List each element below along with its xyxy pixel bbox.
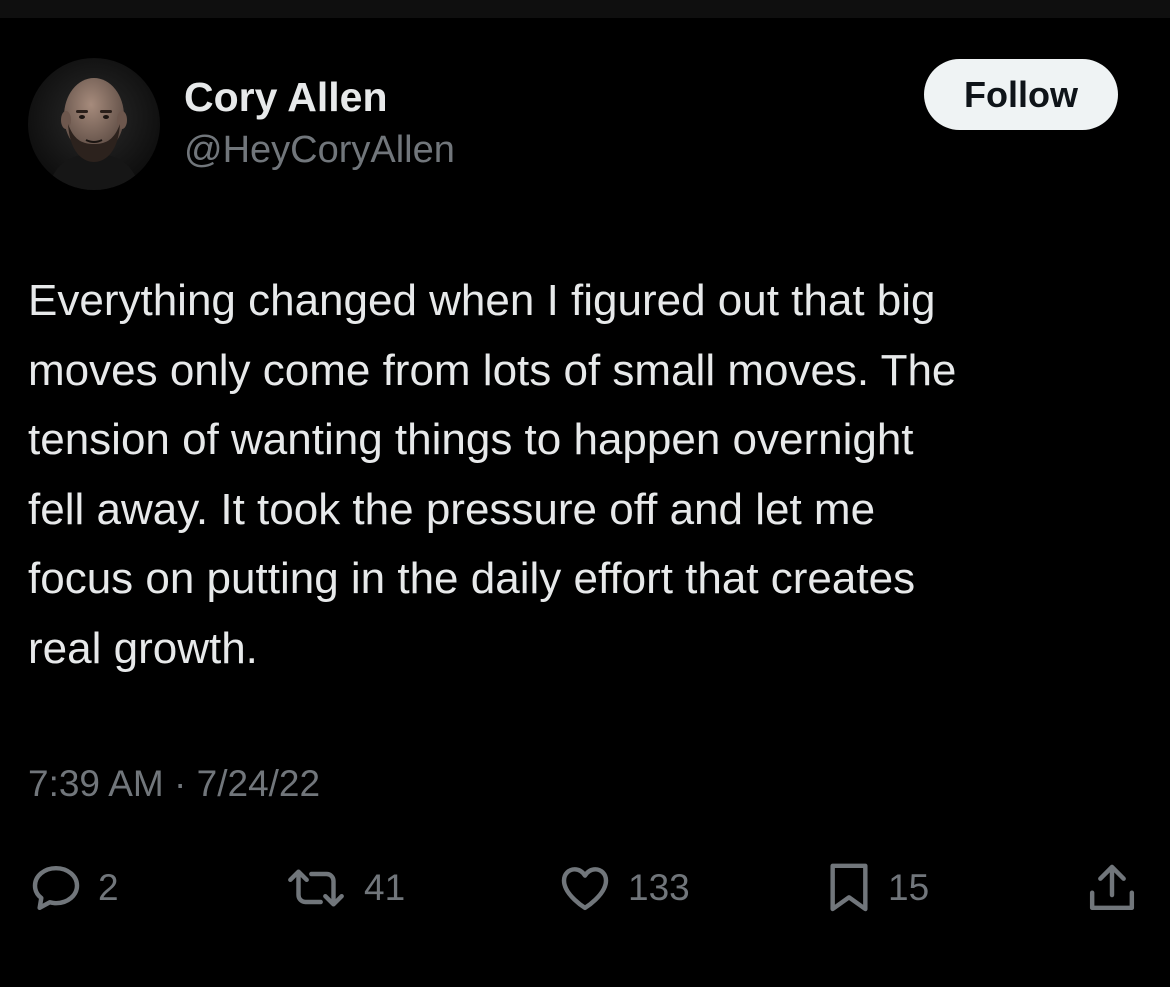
- reply-button[interactable]: 2: [28, 860, 119, 916]
- author-handle[interactable]: @HeyCoryAllen: [184, 128, 455, 172]
- tweet-text: Everything changed when I figured out th…: [28, 266, 1148, 683]
- tweet-text-line: focus on putting in the daily effort tha…: [28, 554, 916, 603]
- avatar[interactable]: [28, 58, 160, 190]
- reply-count: 2: [98, 867, 119, 908]
- bookmark-icon: [830, 863, 868, 912]
- follow-button[interactable]: Follow: [924, 59, 1118, 130]
- tweet-timestamp[interactable]: 7:39 AM · 7/24/22: [28, 762, 320, 806]
- bookmark-count: 15: [888, 867, 930, 908]
- like-count: 133: [628, 867, 690, 908]
- tweet-text-line: Everything changed when I figured out th…: [28, 276, 936, 325]
- avatar-image: [28, 58, 160, 190]
- retweet-arrows-icon: [288, 869, 344, 907]
- heart-icon: [561, 867, 609, 911]
- tweet-text-line: real growth.: [28, 623, 258, 673]
- retweet-count: 41: [364, 867, 406, 908]
- like-button[interactable]: 133: [556, 860, 690, 916]
- top-strip: [0, 0, 1170, 18]
- tweet-text-line: tension of wanting things to happen over…: [28, 415, 914, 464]
- tweet-text-line: moves only come from lots of small moves…: [28, 345, 957, 395]
- retweet-button[interactable]: 41: [282, 860, 405, 916]
- share-upload-icon: [1089, 864, 1135, 911]
- author-display-name[interactable]: Cory Allen: [184, 74, 388, 120]
- bookmark-button[interactable]: 15: [824, 860, 929, 916]
- share-button[interactable]: [1084, 860, 1140, 916]
- speech-bubble-icon: [32, 865, 80, 911]
- tweet-text-line: fell away. It took the pressure off and …: [28, 484, 876, 534]
